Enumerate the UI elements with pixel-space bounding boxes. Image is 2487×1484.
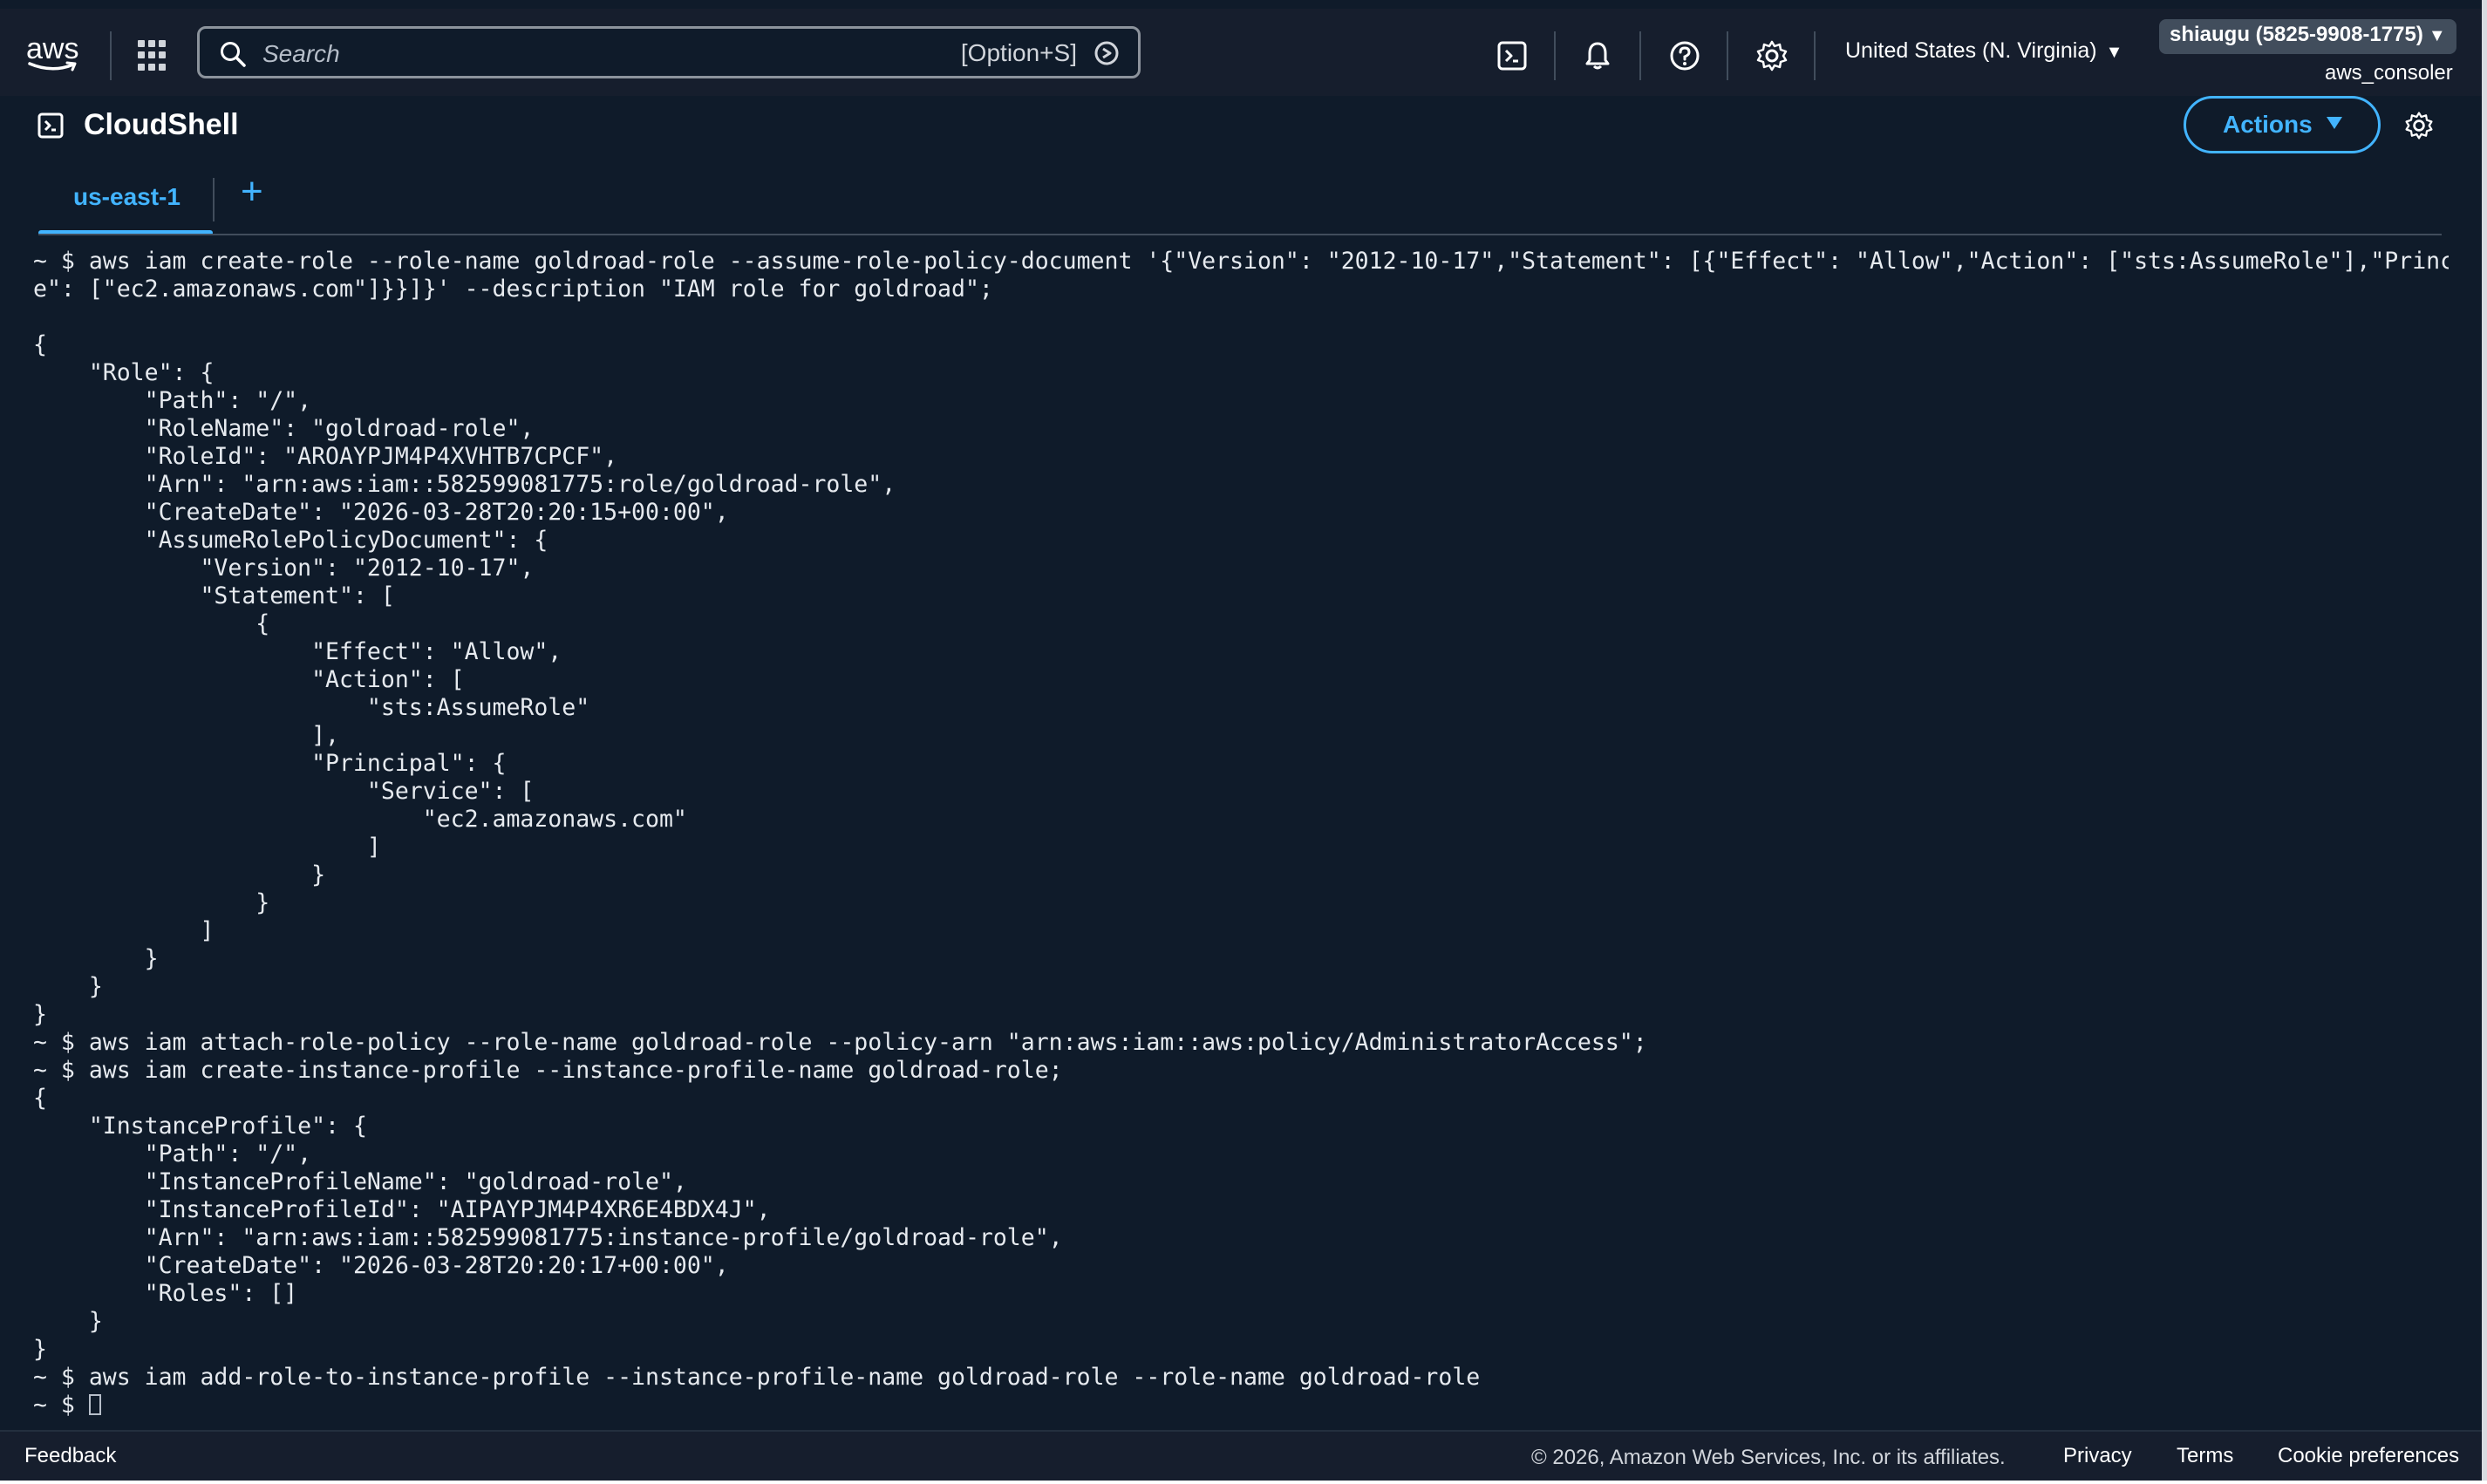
feedback-link[interactable]: Feedback	[24, 1444, 116, 1468]
aws-logo-text: aws	[26, 32, 79, 65]
terminal-line: "InstanceProfile": {	[33, 1113, 367, 1140]
cloudshell-icon[interactable]	[1495, 38, 1530, 73]
terminal-line: "InstanceProfileId": "AIPAYPJM4P4XR6E4BD…	[33, 1196, 771, 1223]
cookie-preferences-link[interactable]: Cookie preferences	[2278, 1444, 2459, 1468]
terminal-line: ]	[33, 917, 215, 944]
cloudshell-icon	[37, 112, 64, 139]
terminal-line: e": ["ec2.amazonaws.com"]}}]}' --descrip…	[33, 276, 993, 303]
footer: Feedback © 2026, Amazon Web Services, In…	[0, 1430, 2482, 1481]
actions-label: Actions	[2223, 111, 2313, 138]
terminal-line: ~ $ aws iam create-role --role-name gold…	[33, 248, 2449, 275]
terminal-line: }	[33, 861, 326, 888]
tab-label: us-east-1	[73, 183, 181, 210]
terminal-line: "Path": "/",	[33, 1140, 312, 1167]
gear-icon[interactable]	[2403, 110, 2435, 141]
terminal-line: "Principal": {	[33, 750, 507, 777]
terminal-line: ]	[33, 834, 381, 861]
gear-icon[interactable]	[1755, 38, 1789, 73]
help-icon[interactable]	[1667, 38, 1702, 73]
top-navigation: aws Search [Option+S] United States (N. …	[0, 9, 2482, 96]
session-tabs: us-east-1 +	[0, 169, 2482, 237]
caret-down-icon	[2327, 117, 2342, 129]
role-label: aws_consoler	[2325, 61, 2453, 85]
cloudshell-app: aws Search [Option+S] United States (N. …	[0, 0, 2487, 1481]
nav-divider	[1727, 31, 1728, 80]
tabs-divider	[38, 234, 2442, 235]
terminal-line: "Path": "/",	[33, 387, 312, 414]
terminal-line: }	[33, 973, 103, 1000]
terminal-line: }	[33, 1001, 47, 1028]
terminal-line: ~ $ aws iam create-instance-profile --in…	[33, 1057, 1063, 1084]
terminal-cursor	[88, 1394, 101, 1415]
nav-divider	[1814, 31, 1816, 80]
page-title: CloudShell	[84, 108, 239, 141]
nav-divider	[110, 31, 112, 80]
terminal-line: }	[33, 889, 270, 916]
actions-button[interactable]: Actions	[2184, 96, 2381, 153]
search-icon	[221, 42, 246, 67]
copyright-text: © 2026, Amazon Web Services, Inc. or its…	[1531, 1446, 2006, 1469]
aws-logo[interactable]: aws	[26, 33, 84, 75]
terminal-line: "ec2.amazonaws.com"	[33, 806, 687, 833]
account-label: shiaugu (5825-9908-1775)	[2170, 23, 2423, 46]
nav-divider	[1639, 31, 1641, 80]
region-selector[interactable]: United States (N. Virginia) ▼	[1845, 38, 2122, 64]
search-shortcut-hint: [Option+S]	[960, 39, 1077, 66]
terminal-line: ~ $ aws iam attach-role-policy --role-na…	[33, 1029, 1647, 1056]
shortcut-settings-icon[interactable]	[1093, 39, 1121, 67]
caret-down-icon: ▼	[2105, 43, 2123, 62]
terminal-line: "Version": "2012-10-17",	[33, 555, 535, 582]
terminal-line: }	[33, 945, 159, 972]
search-placeholder: Search	[262, 40, 340, 67]
terminal-line: {	[33, 1085, 47, 1112]
terminal[interactable]: ~ $ aws iam create-role --role-name gold…	[33, 248, 2449, 1421]
tab-us-east-1[interactable]: us-east-1	[38, 169, 213, 235]
terminal-line: "Role": {	[33, 359, 215, 386]
terminal-line: }	[33, 1308, 103, 1335]
terminal-line: {	[33, 331, 47, 358]
terminal-line: "Effect": "Allow",	[33, 638, 562, 665]
terminal-line: "RoleId": "AROAYPJM4P4XVHTB7CPCF",	[33, 443, 618, 470]
tab-divider	[213, 178, 215, 221]
terminal-line: "Action": [	[33, 666, 465, 693]
terminal-line: "Statement": [	[33, 582, 395, 609]
terminal-line: "InstanceProfileName": "goldroad-role",	[33, 1168, 687, 1195]
terminal-line: {	[33, 610, 270, 637]
terminal-line: }	[33, 1336, 47, 1363]
privacy-link[interactable]: Privacy	[2063, 1444, 2132, 1468]
aws-smile-icon	[28, 61, 77, 71]
terminal-line: ~ $ aws iam add-role-to-instance-profile…	[33, 1364, 1481, 1391]
terminal-line: "Arn": "arn:aws:iam::582599081775:instan…	[33, 1224, 1063, 1251]
terminal-line: ],	[33, 722, 339, 749]
terminal-line: "Arn": "arn:aws:iam::582599081775:role/g…	[33, 471, 896, 498]
browser-frame: aws Search [Option+S] United States (N. …	[0, 0, 2487, 1484]
search-input[interactable]: Search [Option+S]	[197, 26, 1141, 78]
bell-icon[interactable]	[1580, 38, 1615, 73]
terminal-line: "Roles": []	[33, 1280, 298, 1307]
caret-down-icon: ▼	[2428, 26, 2446, 45]
terminal-line: "CreateDate": "2026-03-28T20:20:15+00:00…	[33, 499, 729, 526]
region-label: United States (N. Virginia)	[1845, 38, 2097, 63]
terminal-line: "sts:AssumeRole"	[33, 694, 590, 721]
cloudshell-header: CloudShell Actions	[0, 96, 2482, 153]
add-tab-button[interactable]: +	[241, 171, 263, 213]
terminal-prompt-line: ~ $	[33, 1392, 2449, 1419]
terminal-prompt: ~ $	[33, 1392, 89, 1419]
terminal-line: "CreateDate": "2026-03-28T20:20:17+00:00…	[33, 1252, 729, 1279]
terms-link[interactable]: Terms	[2177, 1444, 2233, 1468]
terminal-line: "Service": [	[33, 778, 535, 805]
nav-divider	[1554, 31, 1556, 80]
terminal-line: "RoleName": "goldroad-role",	[33, 415, 535, 442]
terminal-line: "AssumeRolePolicyDocument": {	[33, 527, 549, 554]
apps-grid-icon[interactable]	[138, 40, 169, 71]
account-menu[interactable]: shiaugu (5825-9908-1775) ▼	[2159, 19, 2456, 54]
